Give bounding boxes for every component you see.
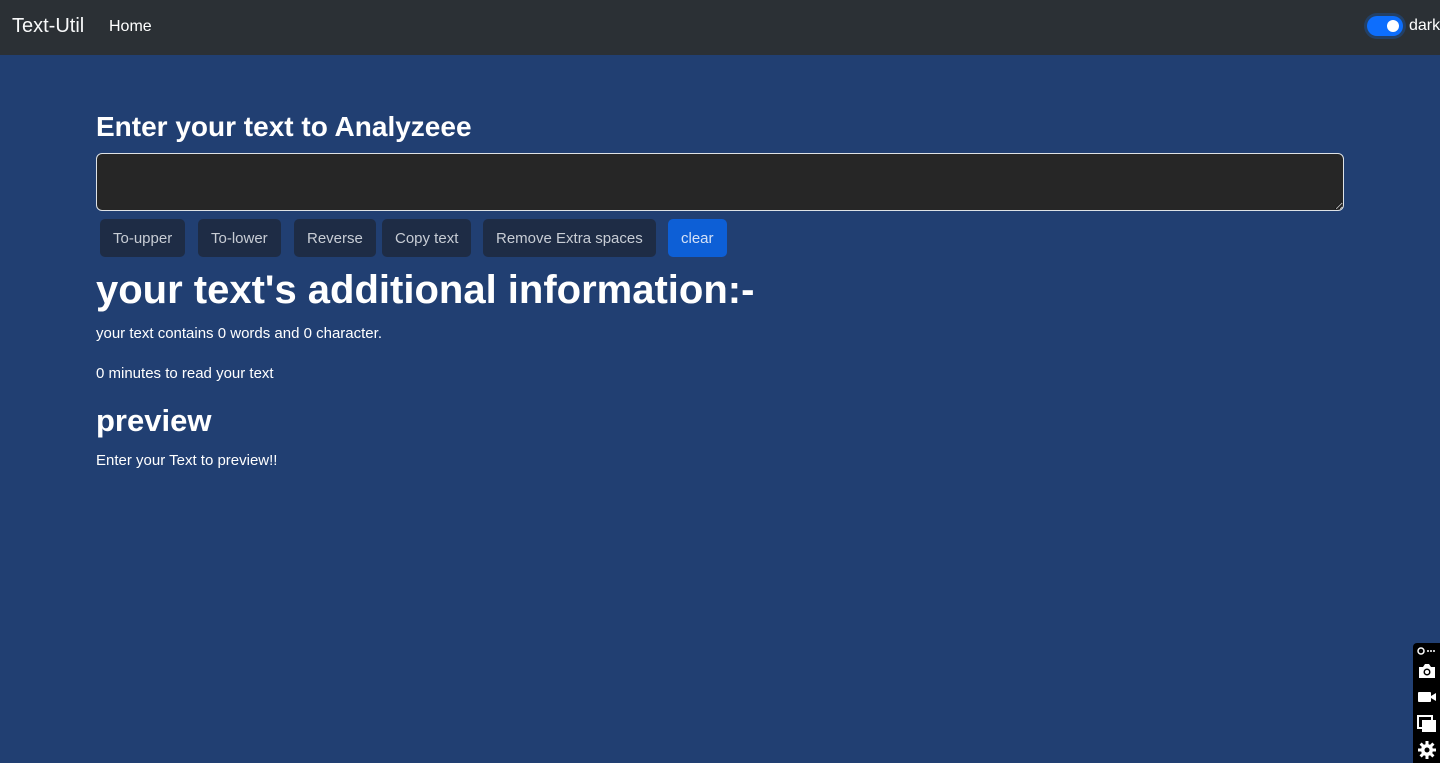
- page-heading: Enter your text to Analyzeee: [96, 111, 472, 142]
- reverse-button[interactable]: Reverse: [294, 219, 376, 257]
- clear-button[interactable]: clear: [668, 219, 727, 257]
- camera-icon[interactable]: [1416, 660, 1438, 682]
- toggle-knob: [1387, 20, 1399, 32]
- word-count-text: your text contains 0 words and 0 charact…: [96, 325, 382, 342]
- settings-small-icon[interactable]: [1416, 645, 1438, 657]
- copy-text-button[interactable]: Copy text: [382, 219, 472, 257]
- brand[interactable]: Text-Util: [12, 15, 84, 38]
- summary-heading: your text's additional information:-: [96, 268, 755, 312]
- side-toolbar: [1413, 643, 1440, 763]
- to-upper-button[interactable]: To-upper: [100, 219, 186, 257]
- windows-icon[interactable]: [1416, 713, 1438, 735]
- gear-icon[interactable]: [1416, 739, 1438, 761]
- preview-heading: preview: [96, 403, 212, 438]
- navbar: Text-Util Home dark: [0, 0, 1440, 55]
- preview-text: Enter your Text to preview!!: [96, 452, 278, 469]
- text-input[interactable]: [96, 153, 1344, 211]
- video-icon[interactable]: [1416, 686, 1438, 708]
- remove-extra-spaces-button[interactable]: Remove Extra spaces: [483, 219, 656, 257]
- nav-home-link[interactable]: Home: [109, 18, 152, 36]
- dark-mode-toggle[interactable]: dark: [1367, 16, 1440, 36]
- toggle-switch[interactable]: [1367, 16, 1403, 36]
- to-lower-button[interactable]: To-lower: [198, 219, 281, 257]
- read-time-text: 0 minutes to read your text: [96, 365, 274, 382]
- toggle-label: dark: [1409, 17, 1440, 34]
